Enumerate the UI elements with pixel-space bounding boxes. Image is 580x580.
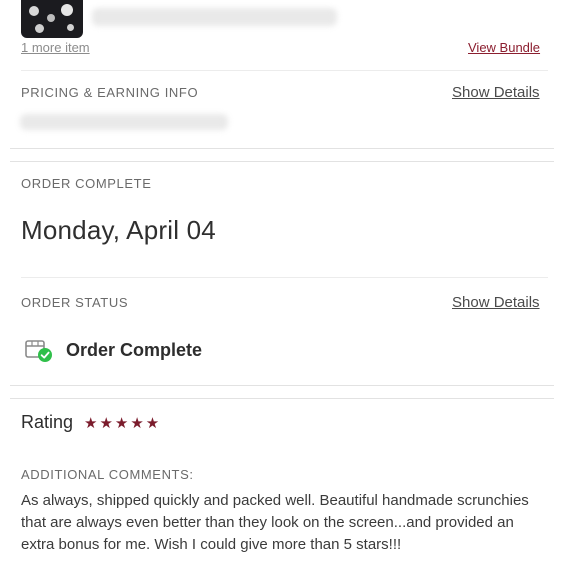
divider	[21, 277, 548, 278]
divider	[21, 70, 548, 71]
product-title-redacted	[92, 8, 337, 26]
divider	[10, 148, 554, 149]
additional-comments-label: ADDITIONAL COMMENTS:	[21, 467, 194, 482]
divider	[10, 385, 554, 386]
product-thumbnail[interactable]	[21, 0, 83, 38]
order-complete-label: ORDER COMPLETE	[21, 176, 152, 191]
divider	[10, 398, 554, 399]
order-status-label: ORDER STATUS	[21, 295, 129, 310]
pricing-section-label: PRICING & EARNING INFO	[21, 85, 199, 100]
view-bundle-link[interactable]: View Bundle	[468, 40, 540, 55]
order-complete-date: Monday, April 04	[21, 215, 216, 245]
order-status-show-details-link[interactable]: Show Details	[452, 294, 540, 311]
more-items-link[interactable]: 1 more item	[21, 40, 90, 55]
divider	[10, 161, 554, 162]
pricing-show-details-link[interactable]: Show Details	[452, 84, 540, 101]
box-check-icon	[24, 337, 54, 365]
rating-stars: ★★★★★	[84, 415, 162, 432]
additional-comments-text: As always, shipped quickly and packed we…	[21, 492, 529, 553]
pricing-info-redacted	[20, 114, 228, 130]
rating-label: Rating	[21, 412, 74, 432]
order-status-text: Order Complete	[66, 340, 203, 360]
